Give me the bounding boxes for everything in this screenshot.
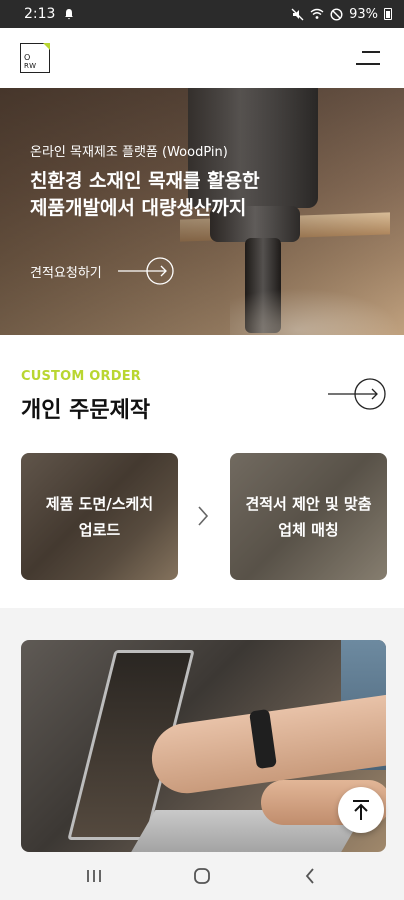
menu-line-bottom: [356, 63, 380, 65]
status-bar: 2:13 93%: [0, 0, 404, 28]
do-not-disturb-icon: [330, 7, 343, 21]
recent-apps-icon: [87, 870, 101, 882]
back-button[interactable]: [290, 856, 330, 896]
logo-accent: [43, 43, 50, 50]
custom-order-more-button[interactable]: [328, 377, 388, 415]
status-right: 93%: [291, 7, 392, 22]
hero-subtitle: 온라인 목재제조 플랫폼 (WoodPin): [30, 145, 228, 160]
menu-line-top: [362, 51, 380, 53]
recent-apps-button[interactable]: [74, 856, 114, 896]
step-card-line2: 업체 매칭: [278, 520, 339, 539]
step-card-upload-drawing[interactable]: 제품 도면/스케치 업로드: [21, 453, 178, 580]
arrow-right-circle-icon: [328, 378, 386, 410]
logo[interactable]: O RW: [20, 43, 50, 73]
notification-icon: [65, 9, 74, 20]
logo-text-bottom: RW: [24, 62, 37, 70]
status-time: 2:13: [24, 6, 56, 22]
home-button[interactable]: [182, 856, 222, 896]
status-left: 2:13: [24, 6, 75, 22]
hero-title-line2: 제품개발에서 대량생산까지: [30, 197, 247, 219]
arrow-up-to-top-icon: [353, 800, 369, 820]
step-card-quote-matching[interactable]: 견적서 제안 및 맞춤 업체 매칭: [230, 453, 387, 580]
step-card-line1: 제품 도면/스케치: [45, 494, 154, 513]
section-eyebrow: CUSTOM ORDER: [21, 369, 141, 384]
wifi-icon: [310, 8, 324, 19]
scroll-to-top-button[interactable]: [338, 787, 384, 833]
back-icon: [305, 868, 314, 884]
logo-text-top: O: [24, 53, 31, 62]
battery-percent: 93%: [349, 6, 378, 22]
hero-title-line1: 친환경 소재인 목재를 활용한: [30, 170, 260, 192]
section-title: 개인 주문제작: [21, 398, 151, 423]
mute-icon: [291, 8, 304, 20]
request-quote-label: 견적요청하기: [30, 265, 102, 281]
step-card-label: 제품 도면/스케치 업로드: [46, 491, 153, 543]
step-card-line1: 견적서 제안 및 맞춤: [245, 494, 372, 513]
chevron-right-icon: [198, 506, 209, 526]
arrow-right-circle-icon: [117, 257, 174, 285]
request-quote-link[interactable]: 견적요청하기: [30, 256, 176, 286]
hamburger-menu-icon[interactable]: [356, 51, 380, 65]
hero-title: 친환경 소재인 목재를 활용한 제품개발에서 대량생산까지: [30, 168, 320, 222]
step-card-label: 견적서 제안 및 맞춤 업체 매칭: [245, 491, 371, 543]
app-header: O RW: [0, 28, 404, 88]
system-nav-bar: [0, 852, 404, 900]
battery-icon: [384, 8, 392, 20]
home-icon: [194, 868, 210, 884]
step-card-line2: 업로드: [78, 520, 121, 539]
laptop-collaboration-photo: [21, 640, 386, 852]
